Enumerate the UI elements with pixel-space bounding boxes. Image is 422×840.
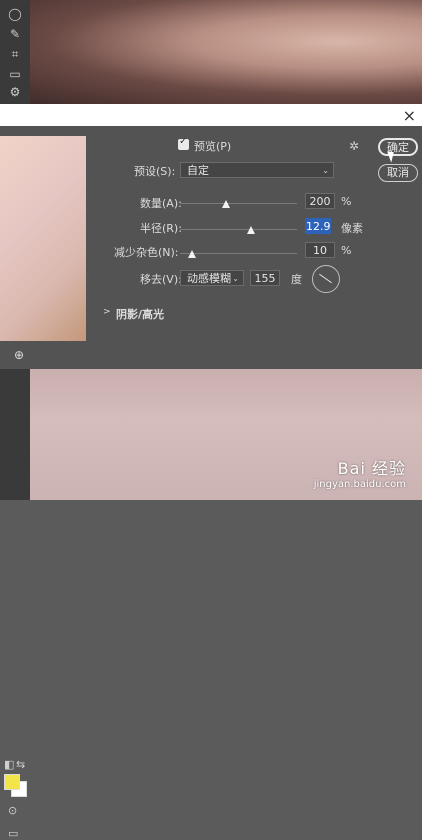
amount-slider-knob[interactable] xyxy=(222,200,230,208)
watermark-line2: jingyan.baidu.com xyxy=(313,479,406,490)
preset-select[interactable]: 自定 ⌄ xyxy=(180,162,334,178)
preset-value: 自定 xyxy=(187,164,209,177)
chevron-down-icon: ⌄ xyxy=(322,166,329,175)
amount-unit: % xyxy=(341,195,352,208)
remove-type-select[interactable]: 动感模糊 ⌄ xyxy=(180,270,244,286)
quick-select-icon[interactable]: ✎ xyxy=(6,26,24,42)
remove-label: 移去(V): xyxy=(140,273,182,286)
default-colors-icon[interactable]: ◧ xyxy=(4,758,14,771)
transform-icon[interactable]: ⚙ xyxy=(6,84,24,100)
preview-thumbnail[interactable] xyxy=(0,136,86,341)
chevron-right-icon[interactable]: > xyxy=(103,307,111,317)
radius-slider-knob[interactable] xyxy=(247,226,255,234)
preview-label: 预览(P) xyxy=(194,140,232,153)
ok-button[interactable]: 确定 xyxy=(378,138,418,156)
quick-mask-icon[interactable]: ⊙ xyxy=(8,804,17,817)
noise-slider-track[interactable] xyxy=(180,253,297,254)
angle-unit: 度 xyxy=(291,273,302,286)
preset-label: 预设(S): xyxy=(134,165,176,178)
ruler-icon[interactable]: ▭ xyxy=(6,66,24,82)
noise-label: 减少杂色(N): xyxy=(114,246,179,259)
gear-icon[interactable]: ✲ xyxy=(349,139,359,153)
amount-slider-track[interactable] xyxy=(180,203,297,204)
watermark: Bai 经验 jingyan.baidu.com xyxy=(314,455,406,490)
dialog-title-bar: × xyxy=(0,104,422,126)
shadows-highlights-label[interactable]: 阴影/高光 xyxy=(116,306,164,322)
radius-slider-track[interactable] xyxy=(180,229,297,230)
watermark-line1: Bai 经验 xyxy=(337,459,406,478)
cancel-button[interactable]: 取消 xyxy=(378,164,418,182)
photo-canvas-top xyxy=(0,0,422,104)
noise-input[interactable]: 10 xyxy=(305,242,335,258)
close-icon[interactable]: × xyxy=(403,106,416,125)
chevron-down-icon: ⌄ xyxy=(232,274,239,283)
lasso-icon[interactable]: ◯ xyxy=(6,6,24,22)
zoom-icon[interactable]: ⊕ xyxy=(14,348,24,362)
preview-checkbox[interactable] xyxy=(178,136,189,150)
crop-icon[interactable]: ⌗ xyxy=(6,46,24,62)
remove-type-value: 动感模糊 xyxy=(187,272,231,285)
noise-slider-knob[interactable] xyxy=(188,250,196,258)
angle-input[interactable]: 155 xyxy=(250,270,280,286)
foreground-color-swatch[interactable] xyxy=(4,774,20,790)
amount-input[interactable]: 200 xyxy=(305,193,335,209)
noise-unit: % xyxy=(341,244,352,257)
angle-dial[interactable] xyxy=(312,265,340,293)
radius-unit: 像素 xyxy=(341,222,363,235)
tools-panel-bottom: ◧ ⇆ ⊙ ▭ xyxy=(0,369,30,840)
tools-panel-top: ◯ ✎ ⌗ ▭ ⚙ xyxy=(0,0,30,104)
swap-colors-icon[interactable]: ⇆ xyxy=(16,758,25,771)
amount-label: 数量(A): xyxy=(140,197,182,210)
radius-input[interactable]: 12.9 xyxy=(305,218,331,234)
radius-label: 半径(R): xyxy=(140,222,182,235)
screen-mode-icon[interactable]: ▭ xyxy=(8,827,18,840)
